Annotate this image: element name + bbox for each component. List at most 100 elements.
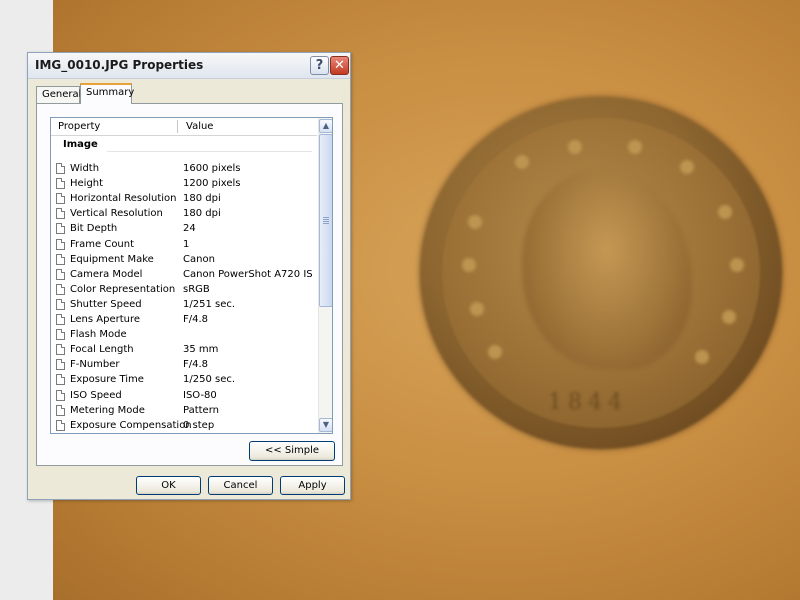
property-name: Bit Depth [70,223,118,235]
coin-star [568,140,582,154]
cancel-button[interactable]: Cancel [208,476,273,495]
list-item[interactable]: Focal Length 35 mm [51,343,317,358]
list-item[interactable]: Horizontal Resolution 180 dpi [51,192,317,207]
property-value[interactable]: Pattern [183,405,219,416]
coin-star [722,310,736,324]
tab-general[interactable]: General [36,86,81,103]
list-item[interactable]: Metering Mode Pattern [51,404,317,419]
list-item[interactable]: Frame Count 1 [51,238,317,253]
list-item[interactable]: Exposure Compensation 0 step [51,419,317,433]
document-icon [56,419,65,431]
coin-star [628,140,642,154]
arrow-down-icon: ▼ [322,420,330,429]
group-divider [107,151,312,152]
list-item[interactable]: Bit Depth 24 [51,222,317,237]
dialog-title: IMG_0010.JPG Properties [35,58,204,72]
close-button[interactable]: ✕ [330,56,349,75]
property-name: Height [70,178,104,190]
coin-date: 1844 [548,390,628,415]
property-name: Frame Count [70,238,135,250]
column-header-value[interactable]: Value [186,121,213,132]
property-value[interactable]: 180 dpi [183,193,221,204]
coin-star [695,350,709,364]
property-value[interactable]: sRGB [183,284,210,295]
list-item[interactable]: Color Representation sRGB [51,283,317,298]
column-divider[interactable] [177,120,178,133]
apply-button[interactable]: Apply [280,476,345,495]
title-bar[interactable]: IMG_0010.JPG Properties ? ✕ [28,53,350,79]
coin-star [470,302,484,316]
property-value[interactable]: Canon PowerShot A720 IS [183,269,313,280]
document-icon [56,329,65,341]
list-item[interactable]: Width 1600 pixels [51,162,317,177]
property-value[interactable]: 180 dpi [183,208,221,219]
vertical-scrollbar[interactable]: ▲ ▼ [318,118,332,433]
arrow-up-icon: ▲ [322,121,330,130]
document-icon [56,163,65,174]
coin-star [468,215,482,229]
tab-summary[interactable]: Summary [80,83,134,104]
list-header: Property Value [51,118,317,136]
property-name: Shutter Speed [70,298,142,310]
property-list[interactable]: Property Value Image Width 1600 pixels Hei… [50,117,333,434]
list-item[interactable]: Exposure Time 1/250 sec. [51,373,317,388]
property-value[interactable]: 1/251 sec. [183,299,235,310]
coin-star [462,258,476,272]
coin-star [515,155,529,169]
list-item[interactable]: Height 1200 pixels [51,177,317,192]
coin-star [718,205,732,219]
document-icon [56,314,65,325]
list-item[interactable]: ISO Speed ISO-80 [51,389,317,404]
list-item[interactable]: F-Number F/4.8 [51,358,317,373]
scroll-up-button[interactable]: ▲ [319,119,332,133]
document-icon [56,389,65,401]
property-value[interactable]: F/4.8 [183,359,208,370]
coin-star [730,258,744,272]
property-name: Width [70,163,100,174]
document-icon [56,268,65,280]
list-item[interactable]: Camera Model Canon PowerShot A720 IS [51,268,317,283]
column-header-property[interactable]: Property [58,121,100,132]
property-name: ISO Speed [70,389,122,401]
list-item[interactable]: Flash Mode [51,328,317,343]
document-icon [56,344,65,356]
list-item[interactable]: Lens Aperture F/4.8 [51,313,317,328]
property-name: F-Number [70,359,120,371]
property-value[interactable]: 1200 pixels [183,178,241,189]
property-value[interactable]: 24 [183,223,196,234]
list-item[interactable]: Vertical Resolution 180 dpi [51,207,317,222]
property-value[interactable]: F/4.8 [183,314,208,325]
ok-button[interactable]: OK [136,476,201,495]
document-icon [56,193,65,205]
summary-panel: Property Value Image Width 1600 pixels Hei… [36,103,343,466]
property-value[interactable]: Canon [183,254,215,265]
document-icon [56,359,65,371]
help-button[interactable]: ? [310,56,329,75]
group-label-image: Image [63,139,98,150]
list-item[interactable]: Equipment Make Canon [51,253,317,268]
property-value[interactable]: 1600 pixels [183,163,241,174]
simple-view-button[interactable]: << Simple [249,441,335,461]
document-icon [56,208,65,220]
property-value[interactable]: 1/250 sec. [183,374,235,385]
close-icon: ✕ [334,58,345,73]
property-value[interactable]: ISO-80 [183,390,217,401]
property-name: Equipment Make [70,253,154,265]
document-icon [56,404,65,416]
property-name: Focal Length [70,344,134,356]
property-name: Flash Mode [70,329,127,341]
scroll-thumb[interactable] [319,134,332,307]
property-value[interactable]: 35 mm [183,344,218,355]
document-icon [56,223,65,235]
scroll-down-button[interactable]: ▼ [319,418,332,432]
list-item[interactable]: Shutter Speed 1/251 sec. [51,298,317,313]
property-value[interactable]: 1 [183,239,189,250]
coin-star [680,160,694,174]
property-name: Metering Mode [70,404,145,416]
document-icon [56,238,65,250]
help-icon: ? [315,58,324,73]
property-name: Horizontal Resolution [70,193,177,205]
property-value[interactable]: 0 step [183,420,214,431]
document-icon [56,374,65,386]
document-icon [56,178,65,190]
